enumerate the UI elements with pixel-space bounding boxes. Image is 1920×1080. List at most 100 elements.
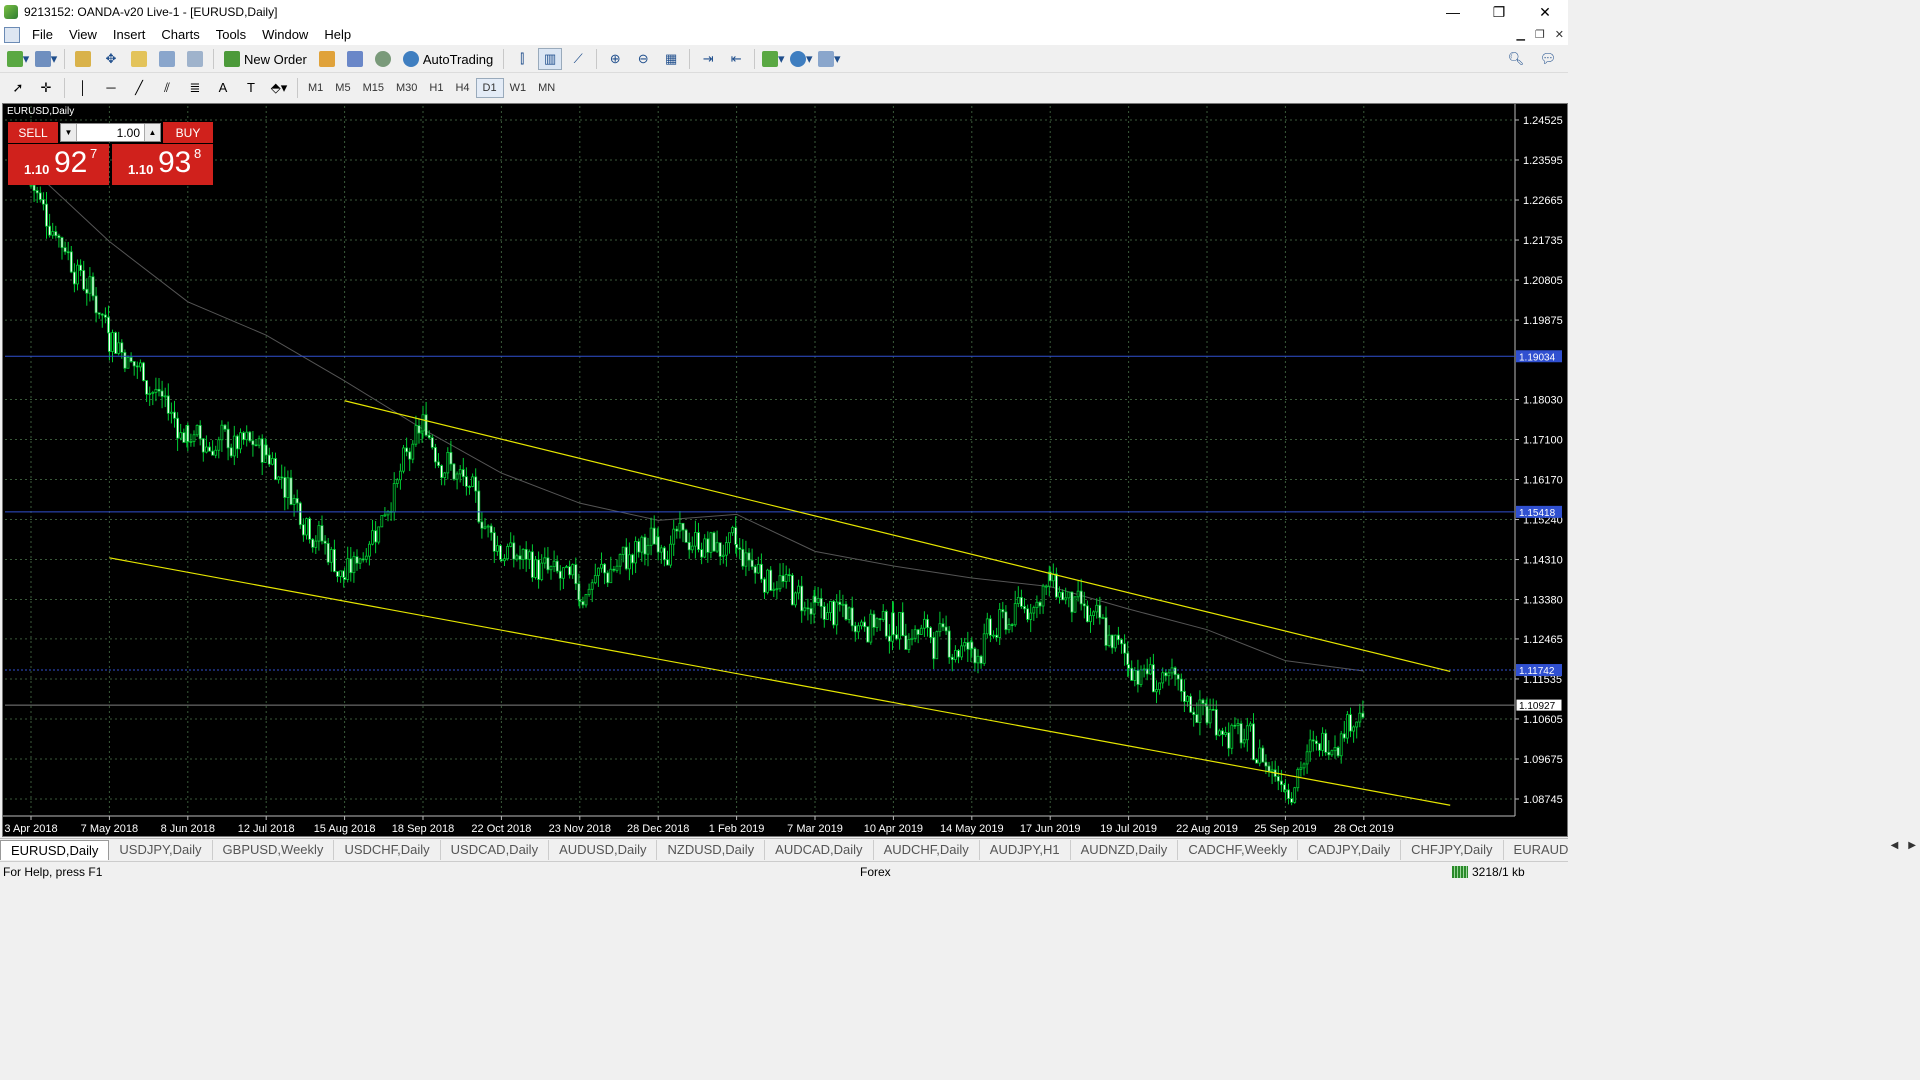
candle-body [1264, 761, 1268, 767]
line-chart-button[interactable]: ⟋ [566, 48, 590, 70]
data-window-button[interactable]: ✥ [99, 48, 123, 70]
chart-tab[interactable]: NZDUSD,Daily [657, 839, 766, 860]
arrows-tool[interactable]: ⬘▾ [267, 77, 291, 99]
candle-body [417, 425, 421, 434]
auto-scroll-button[interactable]: ⇥ [696, 48, 720, 70]
text-label-tool[interactable]: T [239, 77, 263, 99]
terminal-button[interactable] [155, 48, 179, 70]
vertical-line-tool[interactable]: │ [71, 77, 95, 99]
tile-windows-button[interactable]: ▦ [659, 48, 683, 70]
timeframe-w1[interactable]: W1 [504, 78, 533, 98]
cursor-tool[interactable]: ➚ [6, 77, 30, 99]
timeframe-mn[interactable]: MN [532, 78, 561, 98]
timeframe-m5[interactable]: M5 [329, 78, 356, 98]
candle-body [521, 548, 525, 560]
mdi-close-icon[interactable]: ✕ [1555, 28, 1564, 41]
chart-tab[interactable]: USDCHF,Daily [334, 839, 441, 860]
new-chart-button[interactable]: ▾ [6, 48, 30, 70]
menu-charts[interactable]: Charts [153, 27, 207, 42]
chart-shift-button[interactable]: ⇤ [724, 48, 748, 70]
autotrading-button[interactable]: AutoTrading [399, 48, 497, 70]
mdi-restore-icon[interactable]: ❐ [1535, 28, 1545, 41]
chart-tab[interactable]: CADJPY,Daily [1298, 839, 1402, 860]
market-button[interactable] [371, 48, 395, 70]
fibonacci-tool[interactable]: ≣ [183, 77, 207, 99]
horizontal-line-tool[interactable]: ─ [99, 77, 123, 99]
templates-button[interactable]: ▾ [817, 48, 841, 70]
timeframe-m30[interactable]: M30 [390, 78, 423, 98]
candle-body [1086, 605, 1089, 623]
chart-tab[interactable]: USDCAD,Daily [441, 839, 550, 860]
crosshair-tool[interactable]: ✛ [34, 77, 58, 99]
chart-tab[interactable]: EURAUD,Daily [1504, 840, 1568, 860]
chart-tab[interactable]: AUDUSD,Daily [549, 839, 658, 860]
timeframe-h1[interactable]: H1 [423, 78, 449, 98]
lot-size-value[interactable]: 1.00 [77, 126, 144, 140]
timeframe-m1[interactable]: M1 [302, 78, 329, 98]
zoom-in-button[interactable]: ⊕ [603, 48, 627, 70]
metaeditor-button[interactable] [315, 48, 339, 70]
strategy-tester-button[interactable] [183, 48, 207, 70]
menu-tools[interactable]: Tools [208, 27, 254, 42]
restore-button[interactable]: ❐ [1476, 0, 1522, 24]
candlestick-chart-button[interactable]: ▥ [538, 48, 563, 70]
sell-price-quote[interactable]: 1.10 92 7 [8, 144, 109, 185]
price-chart[interactable]: 1.24525 1.23595 1.22665 1.21735 1.20805 1.198… [3, 104, 1567, 836]
chart-tab[interactable]: CADCHF,Weekly [1178, 839, 1299, 860]
chart-tab[interactable]: CHFJPY,Daily [1401, 839, 1504, 860]
chat-button[interactable]: 💬︎ [1536, 48, 1560, 70]
menu-window[interactable]: Window [254, 27, 316, 42]
minimize-button[interactable]: — [1430, 0, 1476, 24]
timeframe-d1[interactable]: D1 [475, 77, 504, 98]
chart-tab[interactable]: USDJPY,Daily [109, 839, 213, 860]
chart-window[interactable]: 1.24525 1.23595 1.22665 1.21735 1.20805 1.198… [2, 103, 1568, 837]
chart-window-icon[interactable] [4, 26, 20, 43]
buy-button[interactable]: BUY [163, 122, 213, 143]
text-tool[interactable]: A [211, 77, 235, 99]
sell-button[interactable]: SELL [8, 122, 58, 143]
price-tick-label: 1.10605 [1523, 714, 1563, 726]
timeframe-m15[interactable]: M15 [357, 78, 390, 98]
profiles-button[interactable]: ▾ [34, 48, 58, 70]
mdi-minimize-icon[interactable]: ▁ [1516, 28, 1524, 41]
candle-body [571, 564, 575, 576]
close-button[interactable]: ✕ [1522, 0, 1568, 24]
candle-body [1252, 723, 1255, 761]
lot-size-field[interactable]: ▼ 1.00 ▲ [60, 123, 161, 142]
menu-insert[interactable]: Insert [105, 27, 154, 42]
periods-button[interactable]: ▾ [789, 48, 813, 70]
menu-view[interactable]: View [61, 27, 105, 42]
chart-tab[interactable]: AUDCHF,Daily [874, 839, 980, 860]
candle-body [562, 567, 565, 579]
search-button[interactable]: 🔍︎ [1504, 48, 1528, 70]
bar-chart-button[interactable]: ⫿ [510, 48, 534, 70]
chart-tab[interactable]: AUDCAD,Daily [765, 839, 874, 860]
tab-scroll-left-icon[interactable]: ◀ [1891, 840, 1899, 851]
lot-increase-icon[interactable]: ▲ [144, 124, 160, 141]
zoom-out-button[interactable]: ⊖ [631, 48, 655, 70]
candle-body [1098, 604, 1102, 619]
lot-decrease-icon[interactable]: ▼ [61, 124, 77, 141]
chart-tab[interactable]: GBPUSD,Weekly [213, 839, 335, 860]
menu-file[interactable]: File [24, 27, 61, 42]
candle-body [546, 557, 550, 571]
chart-tab[interactable]: AUDNZD,Daily [1071, 839, 1179, 860]
candle-body [217, 439, 221, 451]
candle-body [1127, 664, 1130, 669]
trendline-tool[interactable]: ╱ [127, 77, 151, 99]
candle-body [597, 567, 600, 576]
navigator-button[interactable] [127, 48, 151, 70]
chart-tab[interactable]: EURUSD,Daily [0, 839, 110, 860]
market-watch-button[interactable] [71, 48, 95, 70]
signals-button[interactable] [343, 48, 367, 70]
candle-body [584, 594, 588, 606]
menu-help[interactable]: Help [316, 27, 359, 42]
chart-tab[interactable]: AUDJPY,H1 [980, 839, 1071, 860]
channel-tool[interactable]: ⫽ [155, 77, 179, 99]
new-order-button[interactable]: New Order [220, 48, 311, 70]
indicators-button[interactable]: ▾ [761, 48, 785, 70]
date-tick-label: 14 May 2019 [940, 823, 1004, 835]
buy-price-quote[interactable]: 1.10 93 8 [112, 144, 213, 185]
tab-scroll-right-icon[interactable]: ▶ [1908, 840, 1916, 851]
timeframe-h4[interactable]: H4 [449, 78, 475, 98]
